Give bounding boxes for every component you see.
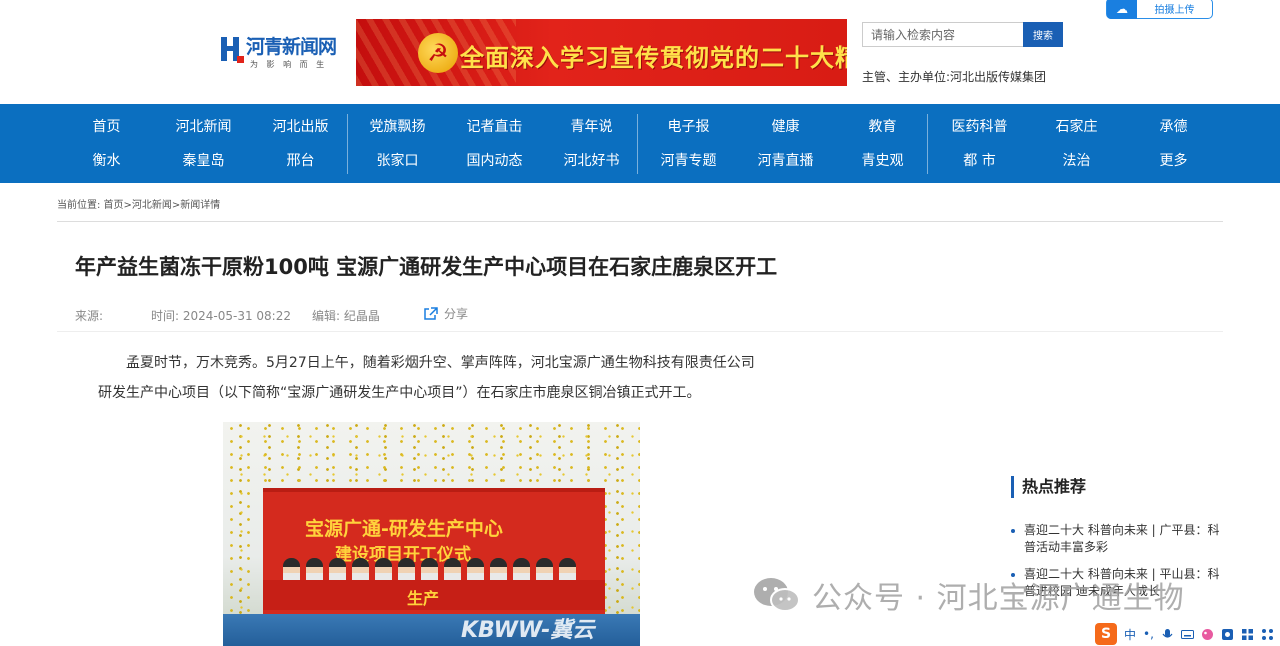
punctuation-icon[interactable]: •, [1143,627,1154,641]
ime-mode-toggle[interactable]: 中 [1124,626,1136,643]
nav-item[interactable]: 法治 [1028,144,1125,178]
nav-item[interactable]: 记者直击 [446,110,543,144]
photo-stage-text: 生产 [407,589,440,608]
site-logo[interactable]: 河青新闻网 为 影 响 而 生 [220,32,340,72]
banner-text: 全面深入学习宣传贯彻党的二十大精神 [460,44,847,72]
nav-item[interactable]: 承德 [1125,110,1222,144]
wechat-icon [754,578,800,612]
menu-grid-icon[interactable] [1261,628,1274,641]
top-banner[interactable]: ☭ 全面深入学习宣传贯彻党的二十大精神 [356,19,847,86]
sponsor-text: 主管、主办单位:河北出版传媒集团 [862,70,1047,84]
nav-item[interactable]: 教育 [834,110,931,144]
nav-item[interactable]: 石家庄 [1028,110,1125,144]
article-time: 时间: 2024-05-31 08:22 [151,309,291,323]
nav-item[interactable]: 张家口 [349,144,446,178]
bullet-icon [1011,529,1015,533]
upload-label: 拍摄上传 [1154,5,1195,16]
hot-recommend-item[interactable]: 喜迎二十大 科普向未来 | 广平县：科普活动丰富多彩 [1011,522,1226,556]
hot-item-text: 喜迎二十大 科普向未来 | 广平县：科普活动丰富多彩 [1024,523,1220,554]
share-label: 分享 [444,307,469,321]
divider [57,221,1223,222]
nav-item[interactable]: 电子报 [640,110,737,144]
search-button[interactable]: 搜索 [1023,22,1063,47]
cloud-upload-icon: ☁ [1107,0,1137,19]
site-header: 河青新闻网 为 影 响 而 生 ☭ 全面深入学习宣传贯彻党的二十大精神 搜索 主… [0,0,1280,104]
nav-item[interactable]: 河北出版 [252,110,349,144]
nav-item[interactable]: 衡水 [58,144,155,178]
nav-divider [927,114,928,174]
main-nav: 首页 河北新闻 河北出版 党旗飘扬 记者直击 青年说 电子报 健康 教育 医药科… [0,104,1280,183]
upload-button[interactable]: ☁ 拍摄上传 [1106,0,1213,19]
nav-divider [347,114,348,174]
keyboard-icon[interactable] [1180,628,1194,641]
nav-item[interactable]: 河青直播 [737,144,834,178]
share-button[interactable]: 分享 [423,305,468,322]
share-icon [424,306,438,320]
apps-grid-icon[interactable] [1241,628,1254,641]
nav-item[interactable]: 国内动态 [446,144,543,178]
nav-item[interactable]: 河青专题 [640,144,737,178]
article-paragraph: 孟夏时节，万木竞秀。5月27日上午，随着彩烟升空、掌声阵阵，河北宝源广通生物科技… [126,355,755,371]
nav-item[interactable]: 河北好书 [543,144,640,178]
microphone-icon[interactable] [1161,628,1174,641]
nav-row-2: 衡水 秦皇岛 邢台 张家口 国内动态 河北好书 河青专题 河青直播 青史观 都 … [58,144,1222,178]
party-emblem-icon: ☭ [418,33,458,73]
nav-item[interactable]: 河北新闻 [155,110,252,144]
nav-item[interactable]: 青史观 [834,144,931,178]
search-box: 搜索 [862,22,1063,47]
nav-item[interactable]: 秦皇岛 [155,144,252,178]
logo-slogan: 为 影 响 而 生 [250,60,328,69]
divider [57,331,1223,332]
article-source: 来源: [75,309,104,323]
nav-item[interactable]: 医药科普 [931,110,1028,144]
breadcrumb[interactable]: 当前位置: 首页>河北新闻>新闻详情 [57,196,220,211]
nav-item[interactable]: 健康 [737,110,834,144]
ime-toolbar[interactable]: S 中 •, [1093,622,1280,646]
photo-watermark: KBWW-冀云 [461,618,595,643]
nav-divider [637,114,638,174]
wechat-watermark: 公众号 · 河北宝源广通生物 [752,573,1185,617]
logo-name: 河青新闻网 [246,36,337,58]
nav-item[interactable]: 都 市 [931,144,1028,178]
nav-item[interactable]: 青年说 [543,110,640,144]
photo-board-line1: 宝源广通-研发生产中心 [305,518,503,540]
nav-item[interactable]: 邢台 [252,144,349,178]
article-photo: 宝源广通-研发生产中心 建设项目开工仪式 生产 KBWW-冀云 [223,422,640,646]
article-paragraph: 研发生产中心项目（以下简称“宝源广通研发生产中心项目”）在石家庄市鹿泉区铜冶镇正… [98,385,701,401]
nav-item[interactable]: 更多 [1125,144,1222,178]
emoji-icon[interactable] [1221,628,1234,641]
nav-item[interactable]: 党旗飘扬 [349,110,446,144]
watermark-text: 公众号 · 河北宝源广通生物 [812,581,1185,616]
search-input[interactable] [862,22,1023,47]
logo-mark-icon [221,37,244,63]
nav-item[interactable]: 首页 [58,110,155,144]
article-title: 年产益生菌冻干原粉100吨 宝源广通研发生产中心项目在石家庄鹿泉区开工 [75,255,778,279]
ime-logo-icon[interactable]: S [1095,623,1117,645]
hot-recommend-title: 热点推荐 [1011,476,1086,498]
skin-icon[interactable] [1201,628,1214,641]
article-editor: 编辑: 纪晶晶 [312,309,380,323]
nav-row-1: 首页 河北新闻 河北出版 党旗飘扬 记者直击 青年说 电子报 健康 教育 医药科… [58,110,1222,144]
